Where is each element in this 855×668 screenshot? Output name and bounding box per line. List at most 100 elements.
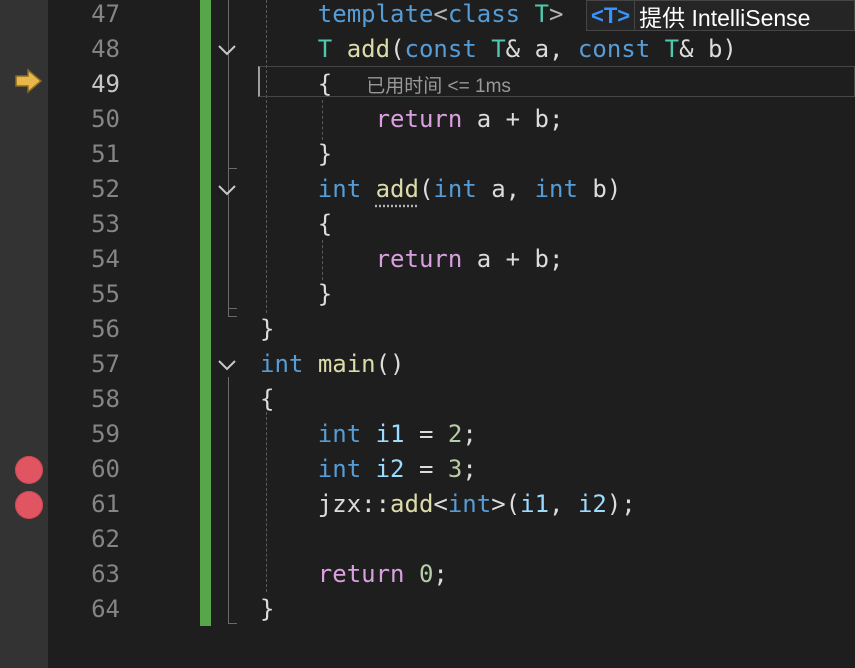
line-number: 48 (91, 35, 120, 63)
code-text[interactable]: return a + b; (260, 102, 564, 137)
line-number: 50 (91, 105, 120, 133)
code-line[interactable]: 56} (0, 312, 855, 347)
code-line[interactable]: 50 return a + b; (0, 102, 855, 137)
code-token: jzx:: (260, 490, 391, 518)
line-number: 56 (91, 315, 120, 343)
code-line[interactable]: 59 int i1 = 2; (0, 417, 855, 452)
code-line[interactable]: 54 return a + b; (0, 242, 855, 277)
code-token: add (390, 490, 434, 518)
code-line[interactable]: 64} (0, 592, 855, 627)
line-number: 54 (91, 245, 120, 273)
code-line[interactable]: 60 int i2 = 3; (0, 452, 855, 487)
line-number: 49 (91, 70, 120, 98)
code-text[interactable]: T add(const T& a, const T& b) (260, 32, 737, 67)
code-token: int (260, 350, 304, 378)
code-text[interactable]: } (260, 137, 332, 172)
code-token: template (317, 0, 434, 28)
code-line[interactable]: 61 jzx::add<int>(i1, i2); (0, 487, 855, 522)
code-line[interactable]: 52 int add(int a, int b) (0, 172, 855, 207)
code-text[interactable]: jzx::add<int>(i1, i2); (260, 487, 636, 522)
code-text[interactable]: } (260, 312, 274, 347)
perf-tip-elapsed-time[interactable]: 已用时间 <= 1ms (366, 76, 511, 97)
code-token: > (549, 0, 564, 28)
breakpoint-icon[interactable] (15, 456, 43, 484)
code-line[interactable]: 62 (0, 522, 855, 557)
code-token: < (433, 0, 448, 28)
line-number: 62 (91, 525, 120, 553)
breakpoint-icon[interactable] (15, 491, 43, 519)
current-statement-arrow-icon[interactable] (14, 68, 44, 94)
line-number: 64 (91, 595, 120, 623)
code-token: 2 (447, 420, 463, 448)
code-token: i1 (520, 490, 550, 518)
code-token: a + b; (462, 105, 564, 133)
code-line[interactable]: 58 { (0, 382, 855, 417)
chevron-down-icon[interactable] (215, 32, 239, 67)
line-number: 53 (91, 210, 120, 238)
code-token: return (375, 105, 463, 133)
code-line[interactable]: 49 { 已用时间 <= 1ms (0, 67, 855, 102)
code-token: { (260, 385, 275, 413)
code-line[interactable]: 48 T add(const T& a, const T& b) (0, 32, 855, 67)
code-text[interactable]: { (260, 207, 332, 242)
code-token: = (404, 420, 448, 448)
code-token: int (317, 420, 362, 448)
code-token: } (260, 595, 275, 623)
line-number: 61 (91, 490, 120, 518)
line-number: 47 (91, 0, 120, 28)
code-token: i1 (375, 420, 405, 448)
code-text[interactable]: int main() (260, 347, 405, 382)
code-token: a, (476, 175, 535, 203)
line-number: 52 (91, 175, 120, 203)
code-token: { (260, 70, 333, 98)
line-number: 60 (91, 455, 120, 483)
code-text[interactable]: { 已用时间 <= 1ms (260, 67, 511, 104)
intellisense-template-tooltip[interactable]: <T> 提供 IntelliSense (586, 0, 855, 31)
code-token: T (664, 35, 680, 63)
template-icon: <T> (591, 2, 631, 28)
code-text[interactable]: int i2 = 3; (260, 452, 477, 487)
code-line[interactable]: 63 return 0; (0, 557, 855, 592)
chevron-down-icon[interactable] (215, 172, 239, 207)
code-line[interactable]: 51 } (0, 137, 855, 172)
code-token: ( (418, 175, 434, 203)
code-text[interactable]: int add(int a, int b) (260, 172, 622, 207)
code-token: & a, (505, 35, 578, 63)
code-token: return (317, 560, 405, 588)
code-text[interactable]: } (260, 592, 274, 627)
code-text[interactable]: { (260, 382, 274, 417)
line-number: 58 (91, 385, 120, 413)
code-text[interactable]: return a + b; (260, 242, 564, 277)
code-token: ; (462, 420, 477, 448)
code-text[interactable]: return 0; (260, 557, 448, 592)
chevron-down-icon[interactable] (215, 347, 239, 382)
code-token: int (317, 455, 362, 483)
code-line[interactable]: 53 { (0, 207, 855, 242)
code-line[interactable]: 57 int main() (0, 347, 855, 382)
code-token: int (433, 175, 477, 203)
code-text[interactable]: int i1 = 2; (260, 417, 477, 452)
code-text[interactable]: } (260, 277, 332, 312)
code-token: } (260, 280, 333, 308)
code-token: ; (433, 560, 448, 588)
code-token: T (534, 0, 549, 28)
code-token: >( (491, 490, 521, 518)
code-token: } (260, 140, 333, 168)
code-token: int (317, 175, 362, 203)
code-token: T (317, 35, 333, 63)
code-line[interactable]: 55 } (0, 277, 855, 312)
code-token: i2 (375, 455, 405, 483)
code-token: return (375, 245, 463, 273)
code-text[interactable]: template<class T> (260, 0, 564, 32)
line-number: 55 (91, 280, 120, 308)
